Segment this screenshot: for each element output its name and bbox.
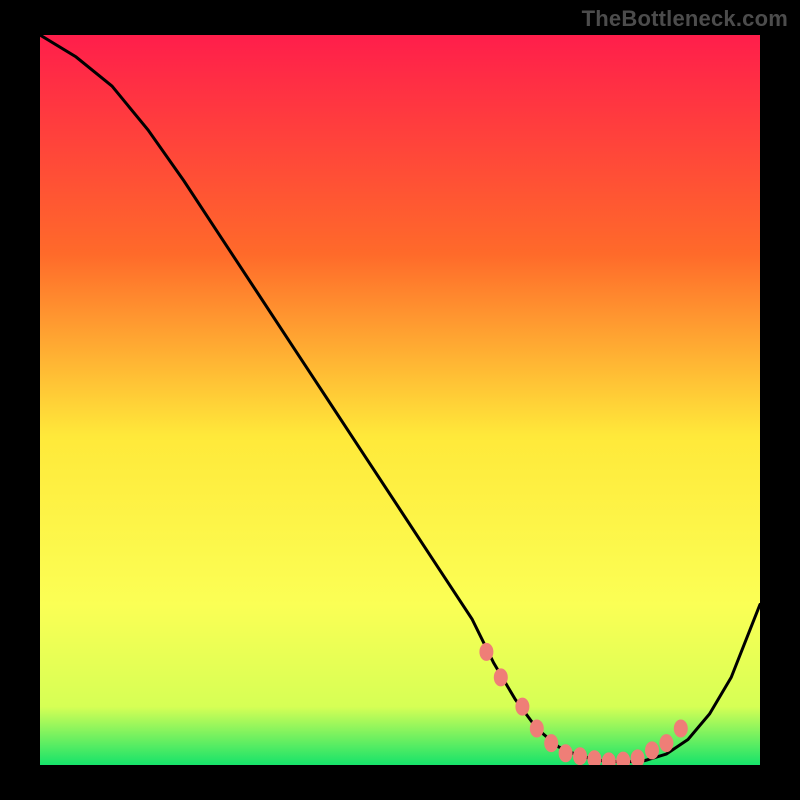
- curve-dot: [573, 747, 587, 765]
- curve-dot: [559, 744, 573, 762]
- curve-dot: [494, 668, 508, 686]
- curve-dot: [530, 720, 544, 738]
- gradient-background: [40, 35, 760, 765]
- curve-dot: [674, 720, 688, 738]
- curve-dot: [544, 734, 558, 752]
- curve-dot: [645, 741, 659, 759]
- chart-frame: TheBottleneck.com: [0, 0, 800, 800]
- watermark-text: TheBottleneck.com: [582, 6, 788, 32]
- chart-svg: [40, 35, 760, 765]
- curve-dot: [515, 698, 529, 716]
- plot-area: [40, 35, 760, 765]
- curve-dot: [659, 734, 673, 752]
- curve-dot: [479, 643, 493, 661]
